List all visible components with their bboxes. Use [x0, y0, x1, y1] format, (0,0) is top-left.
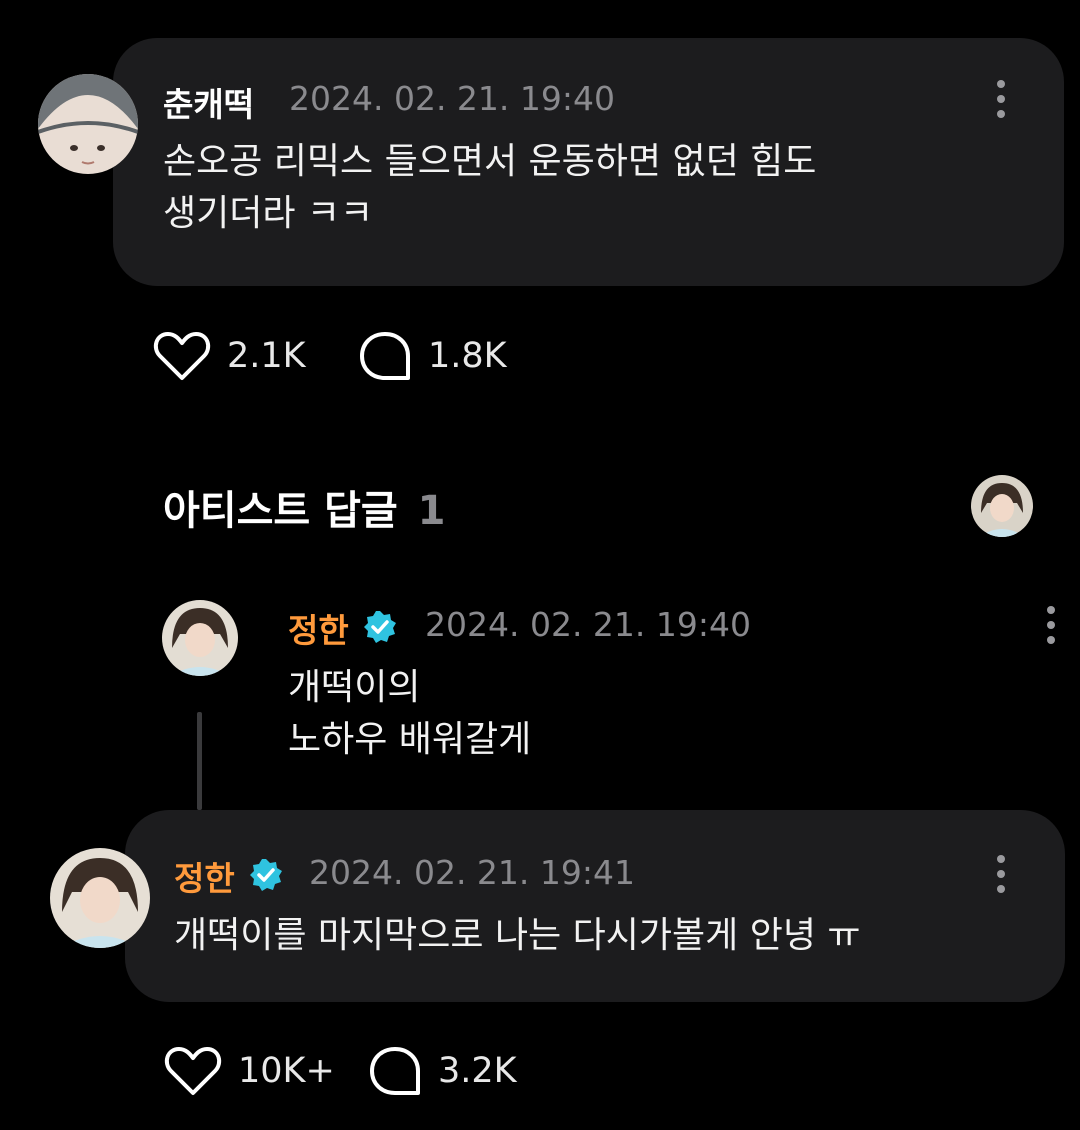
artist-comment-text: 개떡이를 마지막으로 나는 다시가볼게 안녕 ㅠ [174, 915, 861, 956]
artist-comment-timestamp: 2024. 02. 21. 19:41 [309, 853, 636, 892]
heart-icon [164, 1047, 222, 1095]
comment-timestamp: 2024. 02. 21. 19:40 [289, 79, 616, 118]
reply-count: 1.8K [428, 336, 507, 376]
reply-text: 개떡이의 노하우 배워갈게 [288, 667, 532, 760]
speech-bubble-icon [360, 332, 410, 380]
commenter-name[interactable]: 춘캐떡 [163, 78, 254, 126]
commenter-avatar[interactable] [38, 74, 138, 174]
speech-bubble-icon [370, 1047, 420, 1095]
like-button[interactable]: 10K+ [164, 1045, 335, 1097]
artist-replies-title: 아티스트 답글 [163, 488, 398, 534]
artist-comment-bubble [125, 810, 1065, 1002]
more-vertical-icon[interactable] [1045, 606, 1057, 644]
verified-badge-icon [250, 859, 282, 891]
reply-button[interactable]: 3.2K [368, 1045, 517, 1097]
reply-count: 3.2K [438, 1051, 517, 1091]
like-button[interactable]: 2.1K [153, 330, 306, 382]
reply-button[interactable]: 1.8K [358, 330, 507, 382]
artist-replies-header: 아티스트 답글 1 [163, 478, 446, 536]
more-vertical-icon[interactable] [995, 855, 1007, 893]
heart-icon [153, 332, 211, 380]
artist-replies-count: 1 [417, 488, 446, 534]
artist-avatar-small[interactable] [971, 475, 1033, 537]
comment-text: 손오공 리믹스 들으면서 운동하면 없던 힘도 생기더라 ㅋㅋ [163, 141, 817, 234]
reply-timestamp: 2024. 02. 21. 19:40 [425, 605, 752, 644]
artist-avatar[interactable] [162, 600, 238, 676]
like-count: 10K+ [238, 1051, 335, 1091]
more-vertical-icon[interactable] [995, 80, 1007, 118]
thread-line [197, 712, 202, 810]
artist-name[interactable]: 정한 [288, 604, 349, 652]
like-count: 2.1K [227, 336, 306, 376]
artist-comment-avatar[interactable] [50, 848, 150, 948]
verified-badge-icon [364, 611, 396, 643]
artist-comment-name[interactable]: 정한 [174, 852, 235, 900]
